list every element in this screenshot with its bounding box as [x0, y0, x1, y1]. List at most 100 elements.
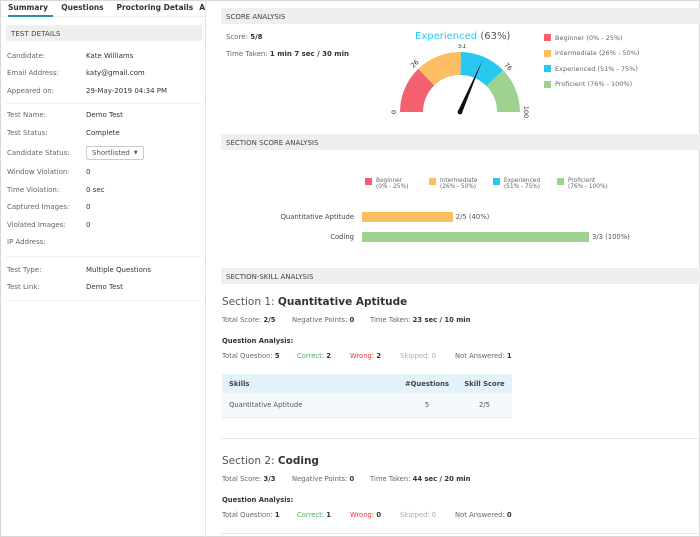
legend-label: Beginner (0% - 25%)	[555, 33, 623, 42]
section-1-not-answered: Not Answered: 1	[455, 352, 512, 360]
bar-value-quantitative: 2/5 (40%)	[455, 213, 490, 221]
gauge-tick-label: 76	[502, 61, 514, 73]
detail-row-test-type: Test Type: Multiple Questions	[1, 261, 205, 279]
score-analysis-header: SCORE ANALYSIS	[221, 8, 700, 24]
section-1-skipped: Skipped: 0	[400, 352, 436, 360]
tab-questions[interactable]: Questions	[61, 0, 110, 17]
gauge-tick-label: 0	[390, 110, 398, 114]
stat-label: Time Taken:	[370, 316, 411, 324]
detail-label: Test Link:	[7, 283, 40, 292]
test-details-header: TEST DETAILS	[6, 25, 202, 41]
legend-range: (51% - 75%)	[504, 184, 541, 190]
tab-summary[interactable]: Summary	[8, 0, 54, 17]
tab-proctoring-details[interactable]: Proctoring Details	[116, 0, 195, 17]
col-skill-score: Skill Score	[457, 374, 512, 393]
stat-label: Wrong:	[350, 352, 375, 360]
time-taken-line: Time Taken: 1 min 7 sec / 30 min	[226, 50, 349, 58]
legend-swatch	[493, 178, 500, 185]
section-name: Coding	[277, 455, 319, 467]
detail-value: 0	[86, 220, 91, 229]
divider	[6, 300, 202, 301]
stat-value: 5	[274, 352, 280, 360]
stat-label: Skipped:	[400, 352, 430, 360]
detail-label: Email Address:	[7, 69, 59, 78]
detail-value[interactable]: Demo Test	[86, 283, 123, 291]
tab-more[interactable]: A	[199, 0, 205, 17]
detail-value: katy@gmail.com	[86, 69, 145, 78]
section-score-header: SECTION SCORE ANALYSIS	[221, 134, 700, 150]
detail-value: 29-May-2019 04:34 PM	[86, 86, 168, 95]
detail-row-time-violation: Time Violation: 0 sec	[1, 181, 205, 199]
section-2-title: Section 2: Coding	[222, 455, 319, 467]
detail-label: Test Type:	[7, 265, 42, 274]
stat-label: Total Question:	[222, 511, 273, 519]
legend-label: Experienced (51% - 75%)	[555, 64, 638, 73]
caret-down-icon: ▼	[133, 149, 138, 156]
stat-label: Total Question:	[222, 352, 273, 360]
detail-row-test-link: Test Link: Demo Test	[1, 279, 205, 297]
stat-value: 0	[349, 316, 355, 324]
stat-value: 3/3	[263, 475, 276, 483]
detail-value: 0	[86, 203, 91, 212]
cell-skill: Quantitative Aptitude	[222, 393, 397, 418]
legend-range: (76% - 100%)	[568, 184, 608, 190]
stat-value: 44 sec / 20 min	[412, 475, 471, 483]
legend-item-experienced: Experienced (51% - 75%)	[493, 178, 557, 190]
legend-item-experienced: Experienced (51% - 75%)	[544, 61, 639, 77]
table-row: Quantitative Aptitude 5 2/5	[222, 393, 512, 418]
detail-row-appeared-on: Appeared on: 29-May-2019 04:34 PM	[1, 82, 205, 100]
score-legend: Beginner (0% - 25%) Intermediate (26% - …	[544, 30, 639, 92]
detail-value: Demo Test	[86, 111, 123, 120]
legend-item-proficient: Proficient (76% - 100%)	[557, 178, 621, 190]
main-content: SCORE ANALYSIS Score: 5/8 Time Taken: 1 …	[215, 0, 700, 537]
gauge-needle-hub	[457, 109, 463, 115]
detail-row-window-violation: Window Violation: 0	[1, 164, 205, 182]
legend-item-intermediate: Intermediate (26% - 50%)	[429, 178, 493, 190]
legend-item-intermediate: Intermediate (26% - 50%)	[544, 46, 639, 62]
section-1-total-score: Total Score: 2/5	[222, 316, 276, 324]
detail-label: Test Status:	[7, 128, 48, 137]
stat-value: 0	[431, 511, 437, 519]
gauge-title: Experienced (63%)	[415, 31, 510, 42]
stat-label: Negative Points:	[292, 475, 348, 483]
legend-label: Intermediate (26% - 50%)	[555, 49, 640, 58]
detail-value: 0 sec	[86, 185, 105, 194]
detail-label: Candidate:	[7, 51, 46, 60]
stat-value: 1	[506, 352, 512, 360]
bar-label-coding: Coding	[330, 233, 354, 241]
detail-row-test-status: Test Status: Complete	[1, 124, 205, 142]
score-value: 5/8	[250, 33, 263, 41]
detail-label: Time Violation:	[7, 185, 60, 194]
section-2-correct: Correct: 1	[297, 511, 331, 519]
stat-value: 0	[506, 511, 512, 519]
cell-questions: 5	[397, 393, 457, 418]
detail-row-candidate-status: Candidate Status: Shortlisted ▼	[1, 142, 205, 164]
divider	[6, 256, 202, 257]
detail-row-violated-images: Violated Images: 0	[1, 216, 205, 234]
stat-value: 2	[376, 352, 382, 360]
legend-label: Proficient (76% - 100%)	[555, 80, 633, 89]
section-prefix: Section 2:	[222, 455, 275, 467]
detail-value: Multiple Questions	[86, 265, 151, 274]
candidate-status-select[interactable]: Shortlisted ▼	[86, 145, 144, 160]
time-taken-label: Time Taken:	[226, 50, 268, 58]
skills-table: Skills #Questions Skill Score Quantitati…	[222, 374, 512, 418]
tab-bar: Summary Questions Proctoring Details A	[1, 0, 205, 17]
section-divider	[221, 438, 700, 439]
legend-swatch	[365, 178, 372, 185]
section-1-question-analysis-title: Question Analysis:	[222, 337, 294, 345]
section-divider	[221, 533, 700, 534]
stat-label: Wrong:	[350, 511, 375, 519]
detail-row-ip-address: IP Address:	[1, 234, 205, 252]
stat-label: Not Answered:	[455, 352, 505, 360]
section-1-total-question: Total Question: 5	[222, 352, 280, 360]
detail-label: Appeared on:	[7, 86, 55, 95]
legend-item-beginner: Beginner (0% - 25%)	[544, 30, 639, 46]
section-1-title: Section 1: Quantitative Aptitude	[222, 296, 407, 308]
bar-label-quantitative: Quantitative Aptitude	[280, 213, 354, 221]
legend-swatch	[544, 49, 551, 57]
stat-value: 1	[274, 511, 280, 519]
section-1-time-taken: Time Taken: 23 sec / 10 min	[370, 316, 470, 324]
section-2-time-taken: Time Taken: 44 sec / 20 min	[370, 475, 470, 483]
section-2-skipped: Skipped: 0	[400, 511, 436, 519]
